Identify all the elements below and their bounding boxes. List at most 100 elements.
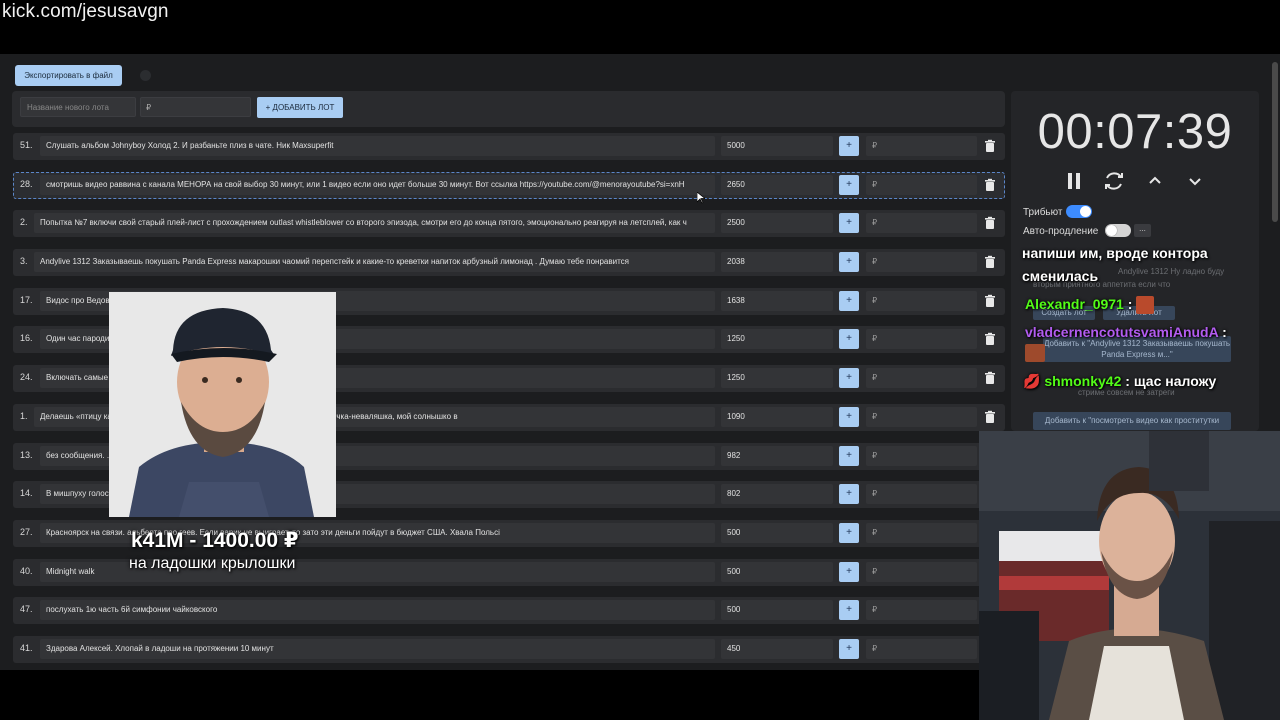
lot-row[interactable]: 3. Andylive 1312 Заказываешь покушать Pan… bbox=[13, 246, 1005, 285]
trash-icon[interactable] bbox=[983, 216, 997, 230]
webcam-feed bbox=[979, 431, 1280, 720]
add-amount-button[interactable]: + bbox=[839, 213, 859, 234]
chevron-down-icon[interactable] bbox=[1183, 169, 1207, 193]
chat-username[interactable]: shmonky42 bbox=[1044, 373, 1121, 389]
chevron-up-icon[interactable] bbox=[1143, 169, 1167, 193]
lot-name-input[interactable]: Попытка №7 включи свой старый плей-лист … bbox=[34, 213, 715, 234]
auto-extend-toggle[interactable] bbox=[1105, 224, 1131, 237]
lot-number: 24. bbox=[20, 372, 33, 383]
lot-number: 28. bbox=[20, 178, 33, 189]
add-amount-button[interactable]: + bbox=[839, 600, 859, 621]
new-lot-name-input[interactable]: Название нового лота bbox=[20, 97, 136, 117]
lot-row[interactable]: 28. смотришь видео раввина с канала МЕНОР… bbox=[13, 169, 1005, 208]
chat-message-1: напиши им, вроде контора bbox=[1022, 245, 1208, 261]
donation-message: на ладошки крылошки bbox=[129, 555, 296, 572]
lot-price-input[interactable]: ₽ bbox=[866, 561, 977, 582]
trash-icon[interactable] bbox=[983, 178, 997, 192]
tribute-toggle[interactable] bbox=[1066, 205, 1092, 218]
lot-price-input[interactable]: ₽ bbox=[866, 136, 977, 156]
add-to-lot-button-2[interactable]: Добавить к "посмотреть видео как простит… bbox=[1033, 412, 1231, 430]
lot-price-input[interactable]: ₽ bbox=[866, 329, 977, 350]
mouse-cursor-icon bbox=[697, 192, 705, 204]
add-amount-button[interactable]: + bbox=[839, 136, 859, 156]
add-amount-button[interactable]: + bbox=[839, 290, 859, 311]
chat-text: : bbox=[1218, 324, 1227, 340]
trash-icon[interactable] bbox=[983, 332, 997, 346]
pause-icon[interactable] bbox=[1062, 169, 1086, 193]
donation-name: k41M - 1400.00 ₽ bbox=[131, 529, 299, 552]
add-amount-button[interactable]: + bbox=[839, 368, 859, 389]
lot-row[interactable]: 47. послухать 1ю часть 6й симфонии чайков… bbox=[13, 594, 1005, 633]
more-options-button[interactable]: ... bbox=[1134, 224, 1151, 237]
trash-icon[interactable] bbox=[983, 255, 997, 269]
trash-icon[interactable] bbox=[983, 371, 997, 385]
ghost-line-1: Andylive 1312 Ну ладно буду bbox=[1118, 267, 1225, 276]
lot-row[interactable]: 51. Слушать альбом Johnyboy Холод 2. И ра… bbox=[13, 130, 1005, 169]
lot-name-input[interactable]: Здарова Алексей. Хлопай в ладоши на прот… bbox=[40, 638, 715, 659]
lot-price-input[interactable]: ₽ bbox=[866, 484, 977, 505]
lot-name-input[interactable]: Andylive 1312 Заказываешь покушать Panda… bbox=[34, 252, 715, 273]
add-amount-button[interactable]: + bbox=[839, 329, 859, 350]
add-amount-button[interactable]: + bbox=[839, 445, 859, 466]
lot-number: 1. bbox=[20, 410, 28, 421]
lot-number: 27. bbox=[20, 526, 33, 537]
trash-icon[interactable] bbox=[983, 410, 997, 424]
lot-amount-input[interactable]: 500 bbox=[721, 522, 833, 543]
add-amount-button[interactable]: + bbox=[839, 174, 859, 195]
lot-amount-input[interactable]: 5000 bbox=[721, 136, 833, 156]
lot-number: 17. bbox=[20, 294, 33, 305]
lot-amount-input[interactable]: 1090 bbox=[721, 406, 833, 427]
lot-amount-input[interactable]: 2650 bbox=[721, 174, 833, 195]
lot-price-input[interactable]: ₽ bbox=[866, 174, 977, 195]
chat-text: : bbox=[1123, 296, 1133, 312]
scrollbar[interactable] bbox=[1272, 62, 1278, 222]
lot-amount-input[interactable]: 2038 bbox=[721, 252, 833, 273]
lot-amount-input[interactable]: 2500 bbox=[721, 213, 833, 234]
lot-price-input[interactable]: ₽ bbox=[866, 252, 977, 273]
lot-number: 51. bbox=[20, 140, 33, 150]
user-badge-icon bbox=[1136, 296, 1155, 315]
lot-amount-input[interactable]: 802 bbox=[721, 484, 833, 505]
lot-price-input[interactable]: ₽ bbox=[866, 213, 977, 234]
new-lot-price-input[interactable]: ₽ bbox=[140, 97, 251, 117]
lot-row[interactable]: 2. Попытка №7 включи свой старый плей-лис… bbox=[13, 207, 1005, 246]
add-amount-button[interactable]: + bbox=[839, 522, 859, 543]
trash-icon[interactable] bbox=[983, 139, 997, 153]
lot-number: 16. bbox=[20, 333, 33, 344]
auto-extend-label: Авто-продление bbox=[1023, 226, 1099, 237]
chat-username[interactable]: Alexandr_0971 bbox=[1025, 296, 1124, 312]
add-amount-button[interactable]: + bbox=[839, 638, 859, 659]
chat-message-5: 💋 shmonky42 : щас наложу bbox=[1023, 373, 1216, 390]
lot-price-input[interactable]: ₽ bbox=[866, 600, 977, 621]
lot-amount-input[interactable]: 1250 bbox=[721, 368, 833, 389]
add-amount-button[interactable]: + bbox=[839, 252, 859, 273]
lot-price-input[interactable]: ₽ bbox=[866, 638, 977, 659]
lot-row[interactable]: 41. Здарова Алексей. Хлопай в ладоши на п… bbox=[13, 633, 1005, 672]
lot-amount-input[interactable]: 500 bbox=[721, 600, 833, 621]
export-file-button[interactable]: Экспортировать в файл bbox=[15, 65, 122, 86]
add-amount-button[interactable]: + bbox=[839, 484, 859, 505]
reset-icon[interactable] bbox=[1102, 169, 1126, 193]
lot-amount-input[interactable]: 1638 bbox=[721, 290, 833, 311]
lot-name-input[interactable]: Слушать альбом Johnyboy Холод 2. И разба… bbox=[40, 136, 715, 156]
lot-price-input[interactable]: ₽ bbox=[866, 368, 977, 389]
lot-price-input[interactable]: ₽ bbox=[866, 522, 977, 543]
lot-price-input[interactable]: ₽ bbox=[866, 406, 977, 427]
lot-name-input[interactable]: смотришь видео раввина с канала МЕНОРА н… bbox=[40, 174, 715, 195]
lot-number: 3. bbox=[20, 256, 28, 267]
add-amount-button[interactable]: + bbox=[839, 561, 859, 582]
lot-price-input[interactable]: ₽ bbox=[866, 445, 977, 466]
chat-username[interactable]: vladcernencotutsvamiAnudA bbox=[1025, 324, 1218, 340]
add-amount-button[interactable]: + bbox=[839, 406, 859, 427]
chat-text: : щас наложу bbox=[1121, 373, 1217, 389]
lot-price-input[interactable]: ₽ bbox=[866, 290, 977, 311]
lot-name-input[interactable]: послухать 1ю часть 6й симфонии чайковско… bbox=[40, 600, 715, 621]
add-lot-button[interactable]: + ДОБАВИТЬ ЛОТ bbox=[257, 97, 343, 118]
lot-amount-input[interactable]: 982 bbox=[721, 445, 833, 466]
lot-amount-input[interactable]: 500 bbox=[721, 561, 833, 582]
lot-amount-input[interactable]: 1250 bbox=[721, 329, 833, 350]
trash-icon[interactable] bbox=[983, 294, 997, 308]
donation-avatar-image bbox=[109, 292, 336, 517]
lot-amount-input[interactable]: 450 bbox=[721, 638, 833, 659]
status-dot bbox=[140, 70, 151, 81]
